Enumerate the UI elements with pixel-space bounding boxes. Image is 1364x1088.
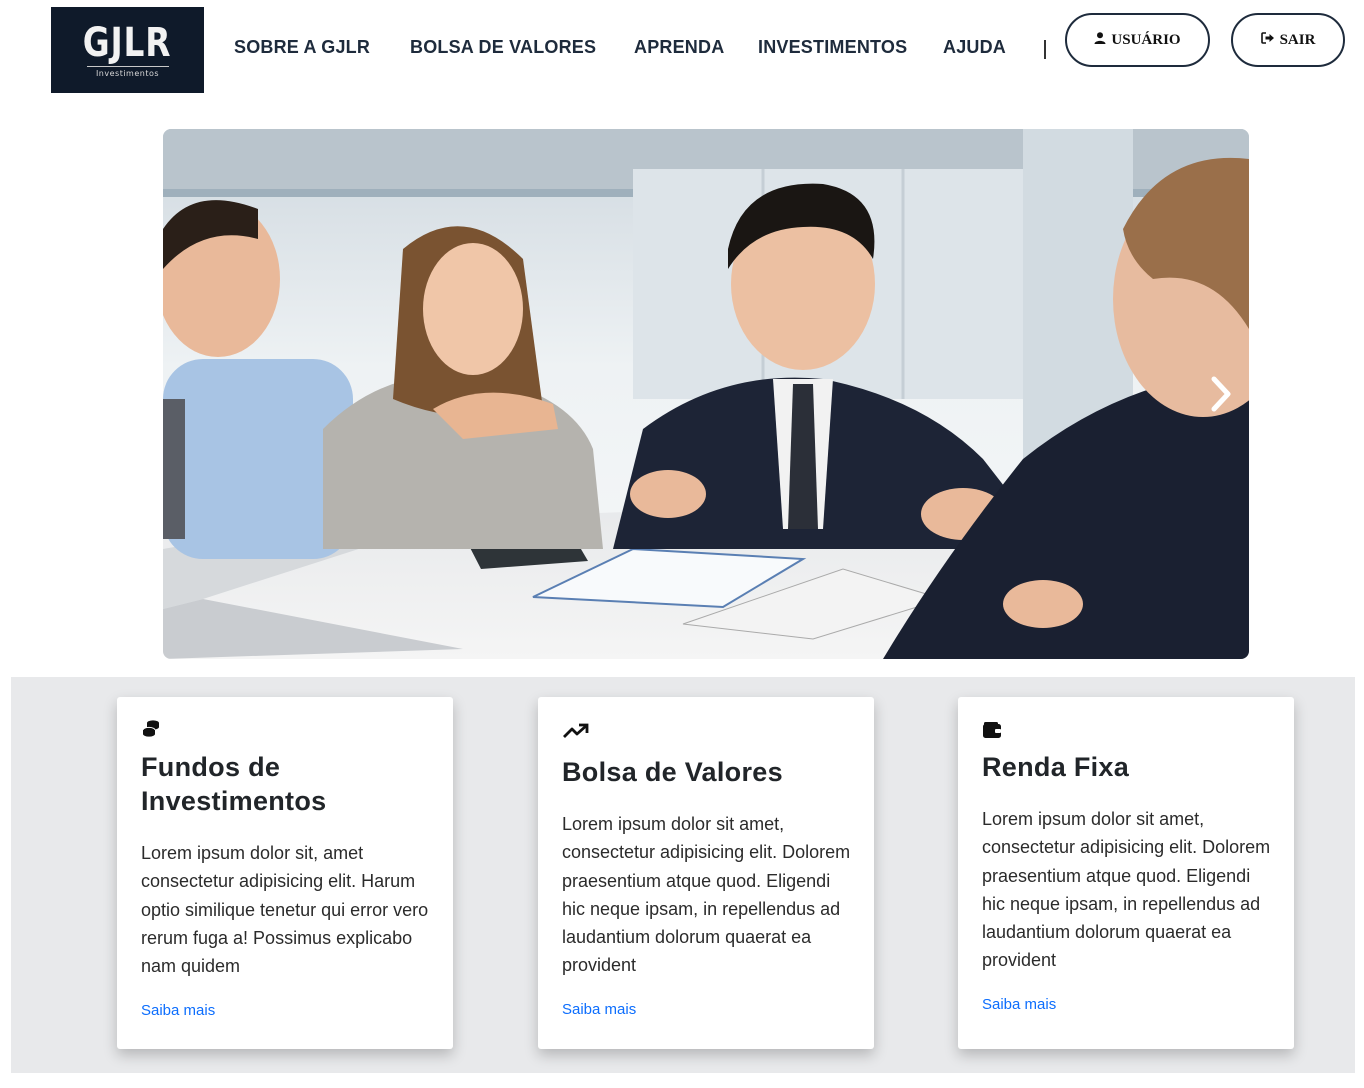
sign-out-icon — [1260, 32, 1275, 48]
carousel-next-button[interactable] — [1203, 372, 1239, 416]
saiba-mais-link[interactable]: Saiba mais — [562, 1001, 636, 1018]
wallet-icon — [982, 721, 1002, 739]
nav-separator — [1044, 40, 1046, 59]
user-icon — [1094, 32, 1106, 48]
chevron-right-icon — [1211, 376, 1231, 412]
trending-up-icon — [562, 723, 590, 741]
saiba-mais-link[interactable]: Saiba mais — [141, 1002, 215, 1019]
saiba-mais-link[interactable]: Saiba mais — [982, 996, 1056, 1013]
card-title: Fundos de Investimentos — [141, 752, 327, 816]
feature-card-bolsa: Bolsa de Valores Lorem ipsum dolor sit a… — [538, 697, 874, 1049]
coins-icon — [141, 719, 161, 737]
feature-card-fundos: Fundos de Investimentos Lorem ipsum dolo… — [117, 697, 453, 1049]
logout-button-label: SAIR — [1279, 31, 1316, 48]
hero-carousel[interactable] — [163, 129, 1249, 659]
nav-investimentos[interactable]: INVESTIMENTOS — [758, 37, 907, 58]
card-title: Bolsa de Valores — [562, 757, 783, 787]
logo-tagline: Investimentos — [95, 68, 160, 78]
nav-aprenda[interactable]: APRENDA — [634, 37, 724, 58]
logo-wordmark: GJLR — [83, 19, 172, 66]
user-button[interactable]: USUÁRIO — [1065, 13, 1210, 67]
nav-ajuda[interactable]: AJUDA — [943, 37, 1006, 58]
logout-button[interactable]: SAIR — [1231, 13, 1345, 67]
user-button-label: USUÁRIO — [1111, 31, 1181, 48]
logo-divider — [86, 65, 169, 67]
card-text: Lorem ipsum dolor sit, amet consectetur … — [141, 843, 429, 977]
nav-sobre[interactable]: SOBRE A GJLR — [234, 37, 370, 58]
nav-bolsa-de-valores[interactable]: BOLSA DE VALORES — [410, 37, 596, 58]
card-text: Lorem ipsum dolor sit amet, consectetur … — [982, 809, 1271, 971]
feature-card-renda-fixa: Renda Fixa Lorem ipsum dolor sit amet, c… — [958, 697, 1294, 1049]
brand-logo[interactable]: GJLR Investimentos — [51, 7, 204, 93]
card-title: Renda Fixa — [982, 752, 1130, 782]
card-text: Lorem ipsum dolor sit amet, consectetur … — [562, 814, 851, 976]
business-meeting-photo — [163, 129, 1249, 659]
